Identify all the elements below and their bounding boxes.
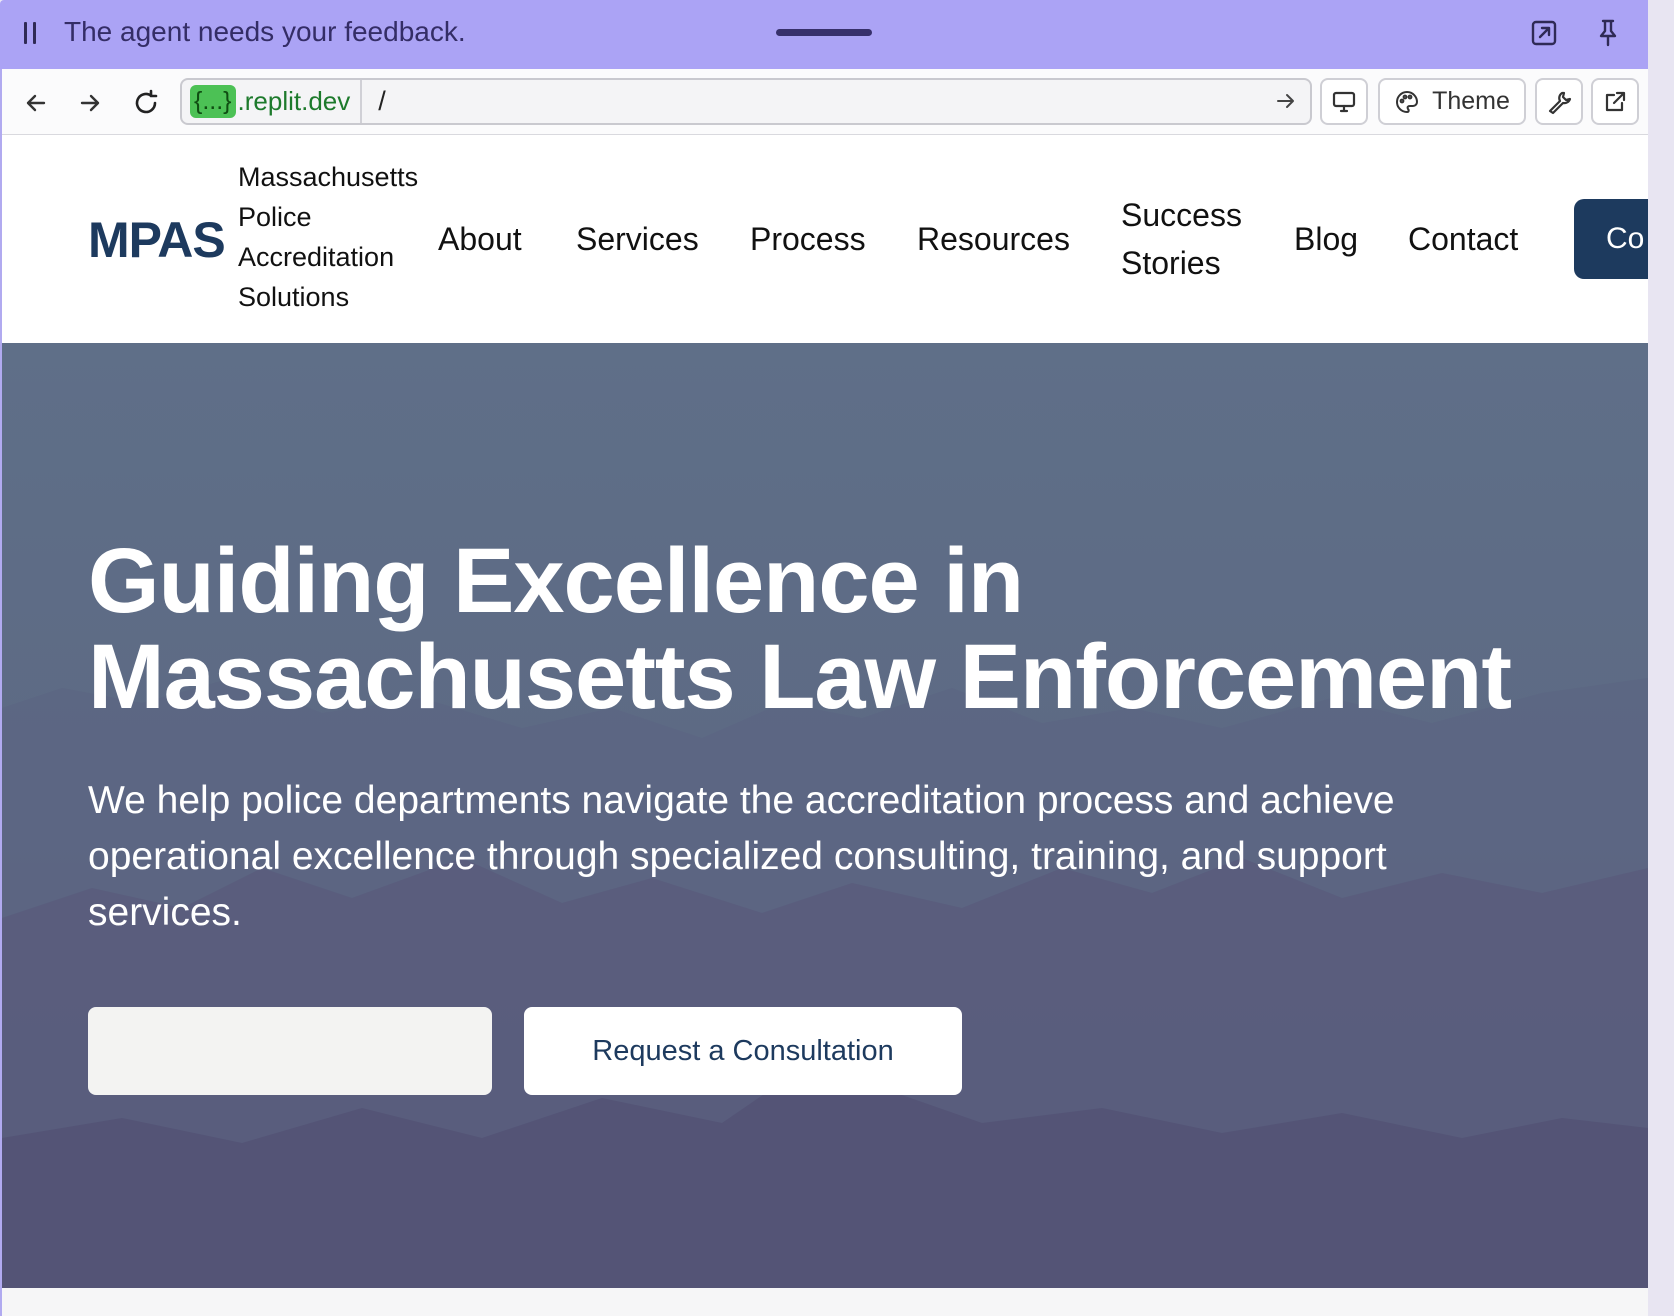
nav-link-about[interactable]: About — [438, 215, 522, 263]
palette-icon — [1396, 90, 1419, 113]
request-consultation-button[interactable]: Request a Consultation — [524, 1007, 962, 1095]
nav-cta-button[interactable]: Co — [1574, 199, 1648, 279]
monitor-icon — [1332, 91, 1356, 112]
agent-feedback-bar: The agent needs your feedback. — [0, 0, 1648, 69]
devtools-button[interactable] — [1535, 78, 1583, 125]
next-section — [2, 1288, 1648, 1316]
nav-link-services[interactable]: Services — [576, 215, 699, 263]
nav-link-process[interactable]: Process — [750, 215, 866, 263]
hero-title: Guiding Excellence in Massachusetts Law … — [88, 530, 1512, 728]
hero-subtitle: We help police departments navigate the … — [88, 779, 1395, 934]
site-header: MPAS Massachusetts Police Accreditation … — [2, 135, 1648, 343]
reload-icon[interactable] — [126, 83, 166, 123]
agent-message: The agent needs your feedback. — [64, 16, 466, 47]
explore-services-button[interactable]: Explore Our Services — [88, 1007, 492, 1095]
drag-handle[interactable] — [776, 29, 872, 36]
window-gutter — [1648, 0, 1674, 1316]
theme-label: Theme — [1432, 87, 1510, 115]
browser-toolbar: {...} .replit.dev / Theme — [2, 69, 1648, 135]
site-tagline: Massachusetts Police Accreditation Solut… — [238, 157, 458, 317]
pause-icon[interactable] — [24, 22, 40, 44]
url-host: {...} .replit.dev — [182, 80, 363, 123]
mountains-background-image — [2, 678, 1648, 1288]
expand-icon[interactable] — [1527, 16, 1561, 50]
external-link-icon — [1605, 91, 1626, 111]
nav-link-resources[interactable]: Resources — [917, 215, 1070, 263]
nav-link-success-stories[interactable]: Success Stories — [1121, 191, 1261, 287]
tagline-line: Massachusetts — [238, 162, 419, 192]
nav-link-contact[interactable]: Contact — [1408, 215, 1518, 263]
pin-icon[interactable] — [1591, 16, 1625, 50]
tagline-line: Accreditation — [238, 242, 395, 272]
hero-section: Guiding Excellence in Massachusetts Law … — [2, 343, 1648, 1288]
tagline-line: Police — [238, 202, 312, 232]
forward-icon[interactable] — [70, 83, 110, 123]
site-logo[interactable]: MPAS — [88, 211, 226, 269]
device-preview-button[interactable] — [1320, 78, 1368, 125]
open-new-tab-button[interactable] — [1591, 78, 1639, 125]
url-domain: .replit.dev — [237, 86, 351, 116]
nav-link-blog[interactable]: Blog — [1294, 215, 1358, 263]
tagline-line: Solutions — [238, 282, 350, 312]
go-arrow-icon[interactable] — [1274, 89, 1298, 118]
url-host-badge: {...} — [190, 85, 236, 118]
theme-button[interactable]: Theme — [1378, 78, 1526, 125]
page-viewport: MPAS Massachusetts Police Accreditation … — [2, 135, 1648, 1316]
back-icon[interactable] — [16, 83, 56, 123]
url-path[interactable]: / — [378, 86, 386, 117]
wrench-icon — [1548, 91, 1572, 114]
address-bar[interactable]: {...} .replit.dev / — [180, 78, 1312, 125]
